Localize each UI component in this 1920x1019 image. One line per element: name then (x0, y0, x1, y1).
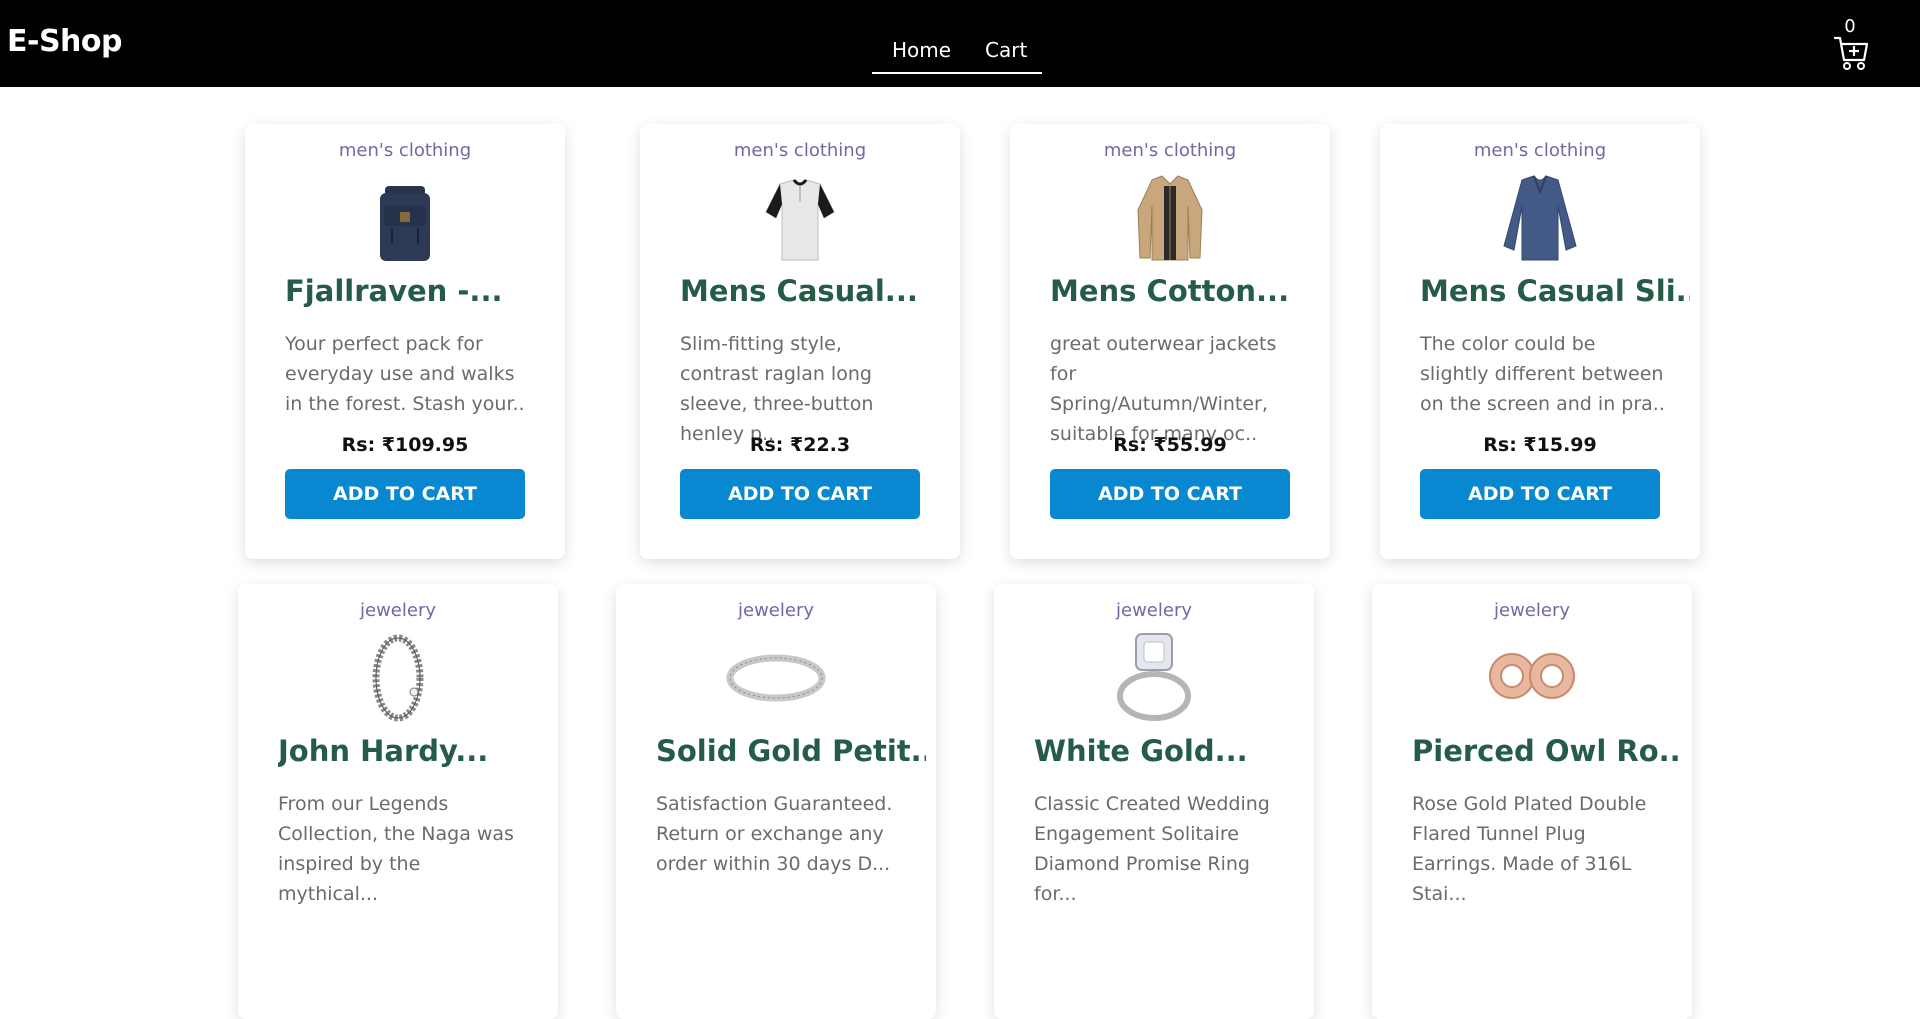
long-sleeve-shirt-icon (1503, 175, 1577, 261)
product-card: men's clothing Fjallraven -... Your perf… (245, 124, 565, 559)
product-title[interactable]: John Hardy... (278, 734, 548, 768)
product-category: jewelery (360, 600, 436, 621)
product-card: men's clothing Mens Casual Sli... The co… (1380, 124, 1700, 559)
ring-icon (726, 654, 826, 702)
diamond-ring-icon (1117, 633, 1191, 721)
jacket-icon (1137, 175, 1203, 261)
nav-links: Home Cart (872, 24, 1042, 74)
cart-button[interactable]: 0 (1828, 16, 1872, 76)
product-card: jewelery Pierced Owl Ro... Rose Gold Pla… (1372, 584, 1692, 1019)
product-card: men's clothing Mens Cotton... great oute… (1010, 124, 1330, 559)
earrings-icon (1489, 653, 1575, 699)
product-price: Rs: ₹15.99 (1483, 434, 1597, 456)
product-category: men's clothing (338, 140, 472, 161)
product-card: men's clothing Mens Casual... Slim-fitti… (640, 124, 960, 559)
product-title[interactable]: Pierced Owl Ro... (1412, 734, 1682, 768)
navbar: E-Shop Home Cart 0 (0, 0, 1920, 87)
add-to-cart-button[interactable]: ADD TO CART (1050, 469, 1290, 519)
product-title[interactable]: Mens Casual... (680, 274, 950, 308)
product-category: men's clothing (733, 140, 867, 161)
add-to-cart-button[interactable]: ADD TO CART (680, 469, 920, 519)
product-description: Your perfect pack for everyday use and w… (285, 333, 525, 415)
add-to-cart-button[interactable]: ADD TO CART (1420, 469, 1660, 519)
product-title[interactable]: Solid Gold Petit... (656, 734, 926, 768)
product-price: Rs: ₹55.99 (1113, 434, 1227, 456)
add-to-cart-button[interactable]: ADD TO CART (285, 469, 525, 519)
product-category: men's clothing (1103, 140, 1237, 161)
nav-home-link[interactable]: Home (892, 38, 951, 62)
product-card: jewelery Solid Gold Petit... Satisfactio… (616, 584, 936, 1019)
product-description: From our Legends Collection, the Naga wa… (278, 793, 514, 905)
brand-logo[interactable]: E-Shop (7, 24, 123, 59)
nav-cart-link[interactable]: Cart (985, 38, 1027, 62)
product-description: Rose Gold Plated Double Flared Tunnel Pl… (1412, 793, 1647, 905)
product-title[interactable]: Fjallraven -... (285, 274, 555, 308)
product-category: jewelery (738, 600, 814, 621)
cart-icon (1834, 36, 1869, 70)
product-title[interactable]: White Gold... (1034, 734, 1304, 768)
product-description: Classic Created Wedding Engagement Solit… (1034, 793, 1270, 905)
product-title[interactable]: Mens Casual Sli... (1420, 274, 1690, 308)
product-price: Rs: ₹22.3 (749, 434, 851, 456)
product-description: Slim-fitting style, contrast raglan long… (680, 333, 874, 445)
product-description: The color could be slightly different be… (1420, 333, 1665, 415)
product-description: great outerwear jackets for Spring/Autum… (1050, 333, 1277, 445)
product-price: Rs: ₹109.95 (341, 434, 469, 456)
product-description: Satisfaction Guaranteed. Return or excha… (656, 793, 893, 875)
product-category: jewelery (1116, 600, 1192, 621)
product-category: jewelery (1494, 600, 1570, 621)
product-category: men's clothing (1473, 140, 1607, 161)
product-card: jewelery John Hardy... From our Legends … (238, 584, 558, 1019)
product-card: jewelery White Gold... Classic Created W… (994, 584, 1314, 1019)
product-title[interactable]: Mens Cotton... (1050, 274, 1320, 308)
backpack-icon (380, 186, 430, 261)
bracelet-icon (372, 634, 424, 722)
tshirt-icon (765, 179, 835, 261)
